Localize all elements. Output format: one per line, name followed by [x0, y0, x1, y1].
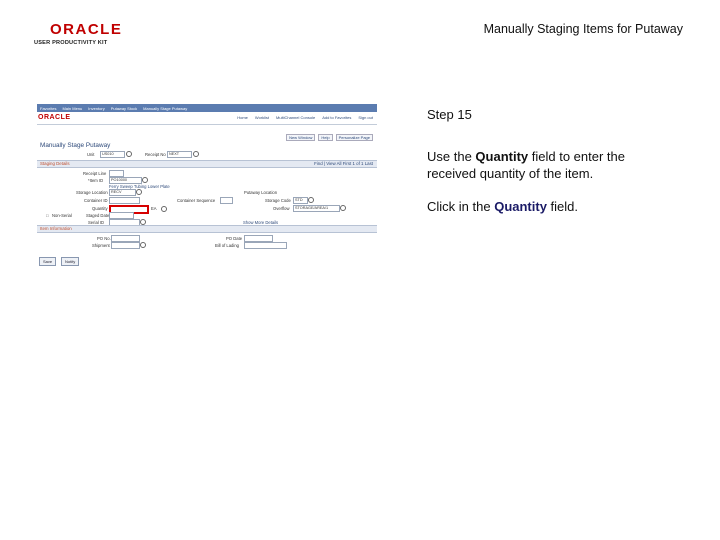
app-brand: ORACLE [38, 114, 71, 121]
item-label: *Item ID [88, 178, 104, 183]
overflow-lookup-icon[interactable] [340, 205, 346, 211]
item-info-title: Item Information [40, 226, 72, 231]
app-navbar: ORACLE Home Worklist MultiChannel Consol… [37, 112, 377, 125]
container-seq-field[interactable] [220, 197, 233, 204]
bill-of-lading-field[interactable] [244, 242, 287, 249]
shipment-label: Shipment [92, 243, 110, 248]
click-pre: Click in the [427, 199, 495, 214]
storage-location-label: Storage Location [76, 190, 108, 195]
po-date-label: PO Date [226, 236, 243, 241]
uom-lookup-icon[interactable] [161, 206, 167, 212]
putaway-location-label: Putaway Location [244, 190, 278, 195]
click-keyword: Quantity [494, 199, 547, 214]
notify-button[interactable]: Notify [61, 257, 80, 266]
po-date-field[interactable] [244, 235, 273, 242]
link-personalize[interactable]: Personalize Page [335, 134, 373, 141]
menu-inventory[interactable]: Inventory [88, 106, 104, 111]
po-label: PO No. [97, 236, 111, 241]
non-serial-checkbox[interactable]: □ [46, 213, 49, 218]
save-button[interactable]: Save [39, 257, 57, 266]
menu-putaway[interactable]: Putaway Stock [111, 106, 137, 111]
link-new-window[interactable]: New Window [286, 134, 316, 141]
logo-tagline: USER PRODUCTIVITY KIT [34, 40, 108, 46]
shipment-field[interactable] [111, 242, 140, 249]
instruction-text: Use the Quantity field to enter the rece… [427, 148, 677, 182]
link-help[interactable]: Help [318, 134, 333, 141]
storage-code-field[interactable]: STD [293, 197, 308, 204]
staged-date-label: Staged Date [86, 213, 110, 218]
overflow-label: Overflow [273, 206, 290, 211]
logo-brand: ORACLE [50, 21, 123, 38]
staged-date-field[interactable] [109, 212, 134, 219]
app-menubar: Favorites Main Menu Inventory Putaway St… [37, 104, 377, 112]
staging-nav[interactable]: Find | View All First 1 of 1 Last [314, 161, 373, 166]
nav-multichannel[interactable]: MultiChannel Console [276, 115, 315, 120]
unit-label: Unit [87, 152, 95, 157]
oracle-upk-logo: ORACLE USER PRODUCTIVITY KIT [34, 22, 126, 46]
nav-home[interactable]: Home [237, 115, 248, 120]
nav-worklist[interactable]: Worklist [255, 115, 269, 120]
container-seq-label: Container Sequence [177, 198, 216, 203]
app-nav-links: Home Worklist MultiChannel Console Add t… [237, 115, 373, 120]
item-field[interactable]: PO10000 [109, 177, 142, 184]
storage-location-field[interactable]: RECV [109, 189, 136, 196]
item-lookup-icon[interactable] [142, 177, 148, 183]
click-instruction: Click in the Quantity field. [427, 199, 578, 214]
staging-details-header: Staging Details Find | View All First 1 … [37, 160, 377, 168]
container-field[interactable] [109, 197, 140, 204]
item-info-header: Item Information [37, 225, 377, 233]
receipt-line-field[interactable] [109, 170, 124, 177]
receipt-lookup-icon[interactable] [193, 151, 199, 157]
shipment-lookup-icon[interactable] [140, 242, 146, 248]
instruction-keyword: Quantity [475, 149, 529, 164]
slide-title: Manually Staging Items for Putaway [483, 22, 683, 36]
app-top-links: New Window Help Personalize Page [286, 134, 373, 141]
step-number: Step 15 [427, 107, 472, 122]
nav-signout[interactable]: Sign out [358, 115, 373, 120]
container-label: Container ID [84, 198, 108, 203]
bill-of-lading-label: Bill of Lading [215, 243, 239, 248]
menu-main[interactable]: Main Menu [62, 106, 82, 111]
quantity-label: Quantity [92, 206, 108, 211]
receipt-field[interactable]: NEXT [167, 151, 192, 158]
click-post: field. [546, 199, 579, 214]
menu-manual-stage[interactable]: Manually Stage Putaway [143, 106, 187, 111]
storage-code-lookup-icon[interactable] [308, 197, 314, 203]
storage-code-label: Storage Code [265, 198, 291, 203]
overflow-field[interactable]: STORAGE/AREA/1 [293, 205, 340, 212]
instruction-pre: Use the [427, 149, 476, 164]
receipt-label: Receipt No [145, 152, 166, 157]
unit-lookup-icon[interactable] [126, 151, 132, 157]
po-field[interactable] [111, 235, 140, 242]
storage-lookup-icon[interactable] [136, 189, 142, 195]
unit-field[interactable]: US010 [100, 151, 125, 158]
menu-favorites[interactable]: Favorites [40, 106, 56, 111]
receipt-line-label: Receipt Line [83, 171, 107, 176]
app-screenshot: Favorites Main Menu Inventory Putaway St… [37, 104, 377, 266]
staging-details-title: Staging Details [40, 161, 70, 166]
app-page-title: Manually Stage Putaway [40, 142, 111, 149]
non-serial-label: Non-Serial [52, 213, 72, 218]
nav-favorites[interactable]: Add to Favorites [322, 115, 351, 120]
uom-value: EA [151, 206, 157, 211]
